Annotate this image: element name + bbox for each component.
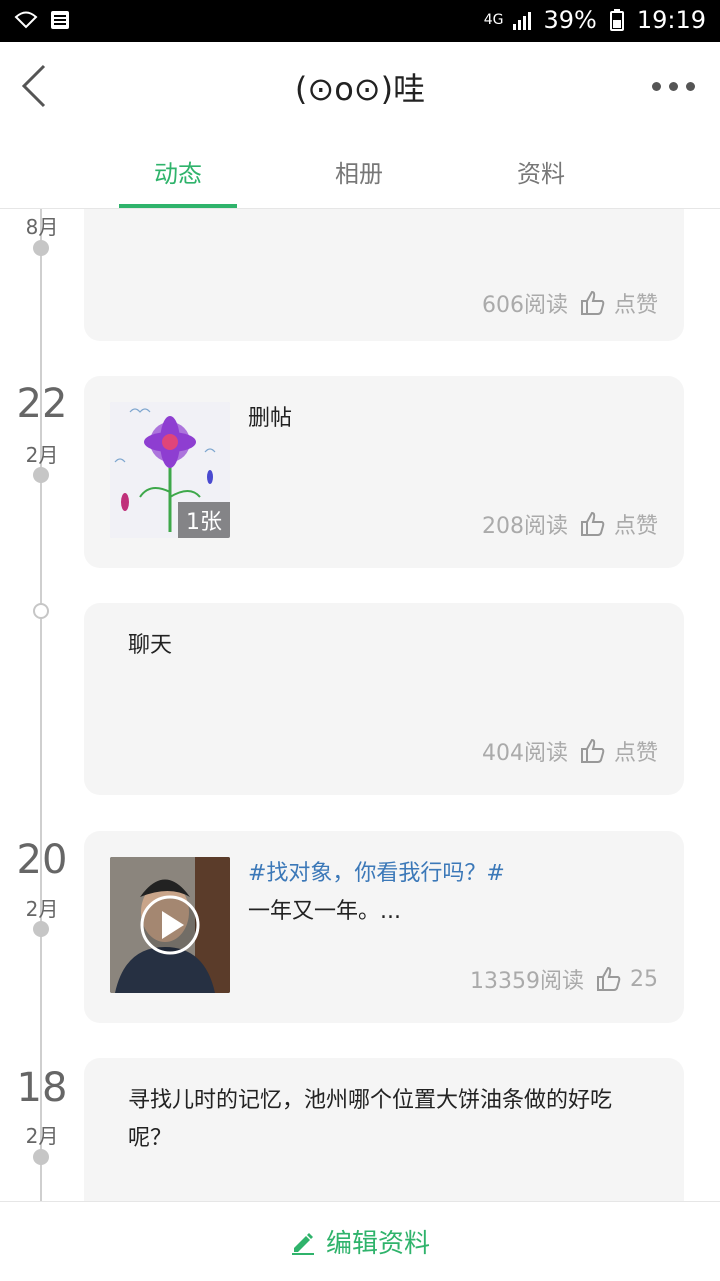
timeline-dot (33, 921, 49, 937)
like-button[interactable]: 25 (596, 966, 658, 992)
timeline-dot (33, 240, 49, 256)
read-count: 404阅读 (481, 741, 568, 766)
edit-profile-button[interactable]: 编辑资料 (0, 1202, 720, 1281)
like-button[interactable]: 点赞 (580, 735, 658, 767)
post-text: 一年又一年。... (248, 899, 401, 924)
more-icon[interactable] (652, 76, 700, 96)
status-bar: 4G 39% 19:19 (0, 0, 720, 42)
timeline-dot (33, 467, 49, 483)
timeline-line (40, 209, 42, 1201)
post-text-block: 寻找儿时的记忆，池州哪个位置大饼油条做的好吃 呢？ (128, 1082, 658, 1158)
timeline-dot-hollow (33, 603, 49, 619)
post-meta: 208阅读 点赞 (482, 508, 658, 540)
video-frame-image (110, 857, 230, 993)
post-text: 聊天 (128, 633, 173, 658)
tab-bar: 动态 相册 资料 (0, 130, 720, 209)
month-label: 2月 (25, 1124, 59, 1148)
like-count: 25 (630, 966, 658, 992)
bottom-bar: 编辑资料 (0, 1201, 720, 1281)
day-label: 18 (16, 1065, 68, 1111)
timeline-content[interactable]: 8月 606阅读 点赞 22 2月 1张 删帖 208阅读 点赞 聊天 404阅… (0, 209, 720, 1201)
battery-percent: 39% (543, 6, 597, 34)
like-button[interactable]: 点赞 (580, 508, 658, 540)
post-text-line: 寻找儿时的记忆，池州哪个位置大饼油条做的好吃 (128, 1088, 613, 1113)
post-card[interactable]: 1张 删帖 208阅读 点赞 (84, 376, 684, 568)
wifi-settings-icon (14, 11, 38, 29)
post-text-line: 呢？ (128, 1126, 173, 1151)
tab-album[interactable]: 相册 (299, 154, 419, 189)
pencil-icon (291, 1232, 314, 1255)
signal-icon (513, 12, 532, 30)
app-bar: (⊙o⊙)哇 (0, 42, 720, 131)
read-count: 208阅读 (481, 514, 568, 539)
month-label: 2月 (25, 443, 59, 467)
thumbs-up-icon (580, 511, 605, 536)
post-text: 删帖 (248, 406, 293, 431)
active-tab-indicator (119, 204, 237, 208)
post-card[interactable]: 寻找儿时的记忆，池州哪个位置大饼油条做的好吃 呢？ (84, 1058, 684, 1201)
post-meta: 13359阅读 25 (470, 963, 658, 995)
timeline-dot (33, 1149, 49, 1165)
month-label: 2月 (25, 897, 59, 921)
read-count: 13359阅读 (470, 969, 584, 994)
battery-icon (609, 9, 624, 31)
clock: 19:19 (636, 6, 706, 34)
tab-activity[interactable]: 动态 (118, 154, 238, 189)
post-card[interactable]: 606阅读 点赞 (84, 209, 684, 341)
storage-icon (51, 11, 69, 29)
day-label: 20 (16, 837, 68, 883)
read-count: 606阅读 (481, 293, 568, 318)
edit-profile-label: 编辑资料 (325, 1229, 430, 1259)
page-title: (⊙o⊙)哇 (294, 70, 426, 108)
like-label: 点赞 (613, 741, 658, 766)
topic-tag[interactable]: #找对象，你看我行吗？# (248, 855, 668, 893)
photo-count-badge: 1张 (178, 502, 230, 538)
status-left-icons (14, 8, 72, 32)
status-right: 4G 39% 19:19 (484, 6, 706, 34)
like-button[interactable]: 点赞 (580, 287, 658, 319)
thumbs-up-icon (580, 290, 605, 315)
post-text-block: #找对象，你看我行吗？# 一年又一年。... (248, 855, 668, 931)
post-card[interactable]: #找对象，你看我行吗？# 一年又一年。... 13359阅读 25 (84, 831, 684, 1023)
like-label: 点赞 (613, 293, 658, 318)
post-thumbnail: 1张 (110, 402, 230, 538)
tab-profile[interactable]: 资料 (481, 154, 601, 189)
day-label: 22 (16, 381, 68, 427)
like-label: 点赞 (613, 514, 658, 539)
post-card[interactable]: 聊天 404阅读 点赞 (84, 603, 684, 795)
thumbs-up-icon (580, 738, 605, 763)
network-type: 4G (483, 12, 504, 28)
post-meta: 606阅读 点赞 (482, 287, 658, 319)
video-thumbnail[interactable] (110, 857, 230, 993)
month-label: 8月 (25, 215, 59, 239)
thumbs-up-icon (597, 966, 621, 991)
post-meta: 404阅读 点赞 (482, 735, 658, 767)
